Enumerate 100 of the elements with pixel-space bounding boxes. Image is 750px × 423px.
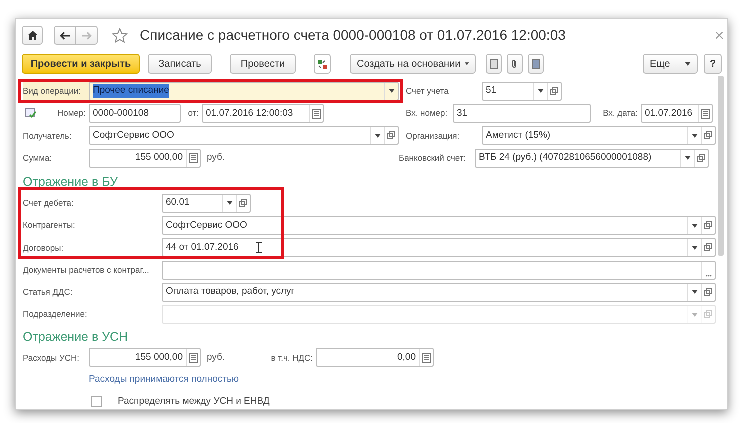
open-button[interactable]	[701, 127, 715, 144]
field-label: Получатель:	[23, 130, 72, 142]
caret-icon	[685, 62, 691, 66]
toolbar-button[interactable]: Записать	[148, 54, 212, 74]
field-value: 60.01	[166, 196, 190, 210]
checkbox-label: Распределять между УСН и ЕНВД	[118, 394, 270, 409]
text-cursor-icon	[256, 242, 262, 254]
caret-icon	[692, 312, 698, 317]
field-value: СофтСервис ООО	[93, 128, 174, 143]
field-value: 0000-000108	[93, 106, 149, 120]
section-title: Отражение в УСН	[23, 329, 130, 346]
input-field[interactable]: Аметист (15%)	[482, 126, 716, 146]
open-icon	[697, 154, 706, 163]
field-label: Вид операции:	[23, 84, 81, 98]
field-value: 44 от 01.07.2016	[166, 240, 239, 255]
field-label: в т.ч. НДС:	[271, 352, 313, 364]
input-field[interactable]: 60.01	[162, 194, 251, 213]
input-field[interactable]: 31	[453, 104, 591, 124]
field-value: СофтСервис ООО	[166, 218, 248, 232]
input-field[interactable]: СофтСервис ООО	[89, 126, 399, 146]
home-button[interactable]	[22, 26, 43, 45]
checkbox[interactable]	[91, 396, 102, 408]
open-button[interactable]	[384, 127, 398, 144]
dropdown-button[interactable]	[533, 82, 547, 100]
field-label: Организация:	[406, 130, 460, 142]
calculator-button[interactable]	[309, 105, 323, 122]
open-icon	[387, 131, 396, 140]
field-label: Документы расчетов с контраг...	[23, 264, 150, 276]
calculator-icon	[312, 108, 321, 119]
document-icon	[490, 59, 498, 69]
input-field[interactable]: 0,00	[316, 348, 434, 368]
caret-icon	[538, 89, 544, 93]
dropdown-button[interactable]	[222, 194, 236, 212]
dropdown-button[interactable]: Еще	[643, 54, 698, 74]
field-label: Вх. номер:	[406, 107, 448, 120]
input-field[interactable]: 0000-000108	[89, 104, 181, 124]
input-field[interactable]: Прочее списание	[89, 82, 399, 100]
dropdown-button[interactable]	[687, 239, 701, 256]
dropdown-button[interactable]	[680, 150, 694, 167]
dropdown-button[interactable]: Создать на основании	[350, 54, 476, 74]
calculator-button[interactable]	[186, 150, 200, 167]
back-button[interactable]	[54, 26, 76, 45]
post-and-close-button[interactable]: Провести и закрыть	[22, 54, 140, 74]
calculator-button[interactable]	[698, 105, 712, 122]
field-value: Аметист (15%)	[486, 128, 551, 143]
notes-icon	[532, 59, 540, 69]
dropdown-button[interactable]	[687, 127, 701, 144]
field-label: Банковский счет:	[399, 152, 466, 164]
dropdown-button[interactable]	[687, 284, 701, 301]
input-field[interactable]: 01.07.2016	[641, 104, 713, 124]
field-value: Оплата товаров, работ, услуг	[166, 285, 295, 300]
field-label: Счет дебета:	[23, 197, 74, 210]
input-field[interactable]: СофтСервис ООО	[162, 216, 716, 236]
input-field[interactable]: Оплата товаров, работ, услуг	[162, 282, 716, 302]
field-value: 155 000,00	[135, 350, 183, 365]
open-button[interactable]	[701, 284, 715, 301]
expenses-link[interactable]: Расходы принимаются полностью	[89, 372, 240, 387]
open-button[interactable]	[694, 150, 708, 167]
field-value: ВТБ 24 (руб.) (40702810656000001088)	[479, 151, 652, 165]
input-field[interactable]: 51	[482, 82, 562, 100]
open-icon	[704, 221, 713, 230]
toolbar-icon-button[interactable]	[507, 54, 523, 74]
close-icon[interactable]	[716, 32, 723, 39]
toolbar-icon-button[interactable]	[486, 54, 502, 74]
input-field[interactable]: 01.07.2016 12:00:03	[202, 104, 324, 124]
input-field[interactable]	[162, 260, 716, 280]
field-value: 31	[457, 106, 468, 120]
section-title: Отражение в БУ	[23, 174, 119, 191]
caret-icon	[226, 201, 232, 206]
toolbar-button[interactable]: Провести	[230, 54, 296, 74]
open-button[interactable]	[547, 82, 561, 100]
input-field[interactable]: 155 000,00	[89, 148, 201, 168]
field-label: Сумма:	[23, 152, 52, 164]
toolbar-icon-button[interactable]	[528, 54, 544, 74]
toolbar-button[interactable]: ?	[704, 54, 722, 74]
toolbar-icon-button[interactable]	[314, 54, 331, 74]
caret-icon	[464, 62, 469, 66]
input-field[interactable]: 44 от 01.07.2016	[162, 238, 716, 258]
open-icon	[704, 310, 713, 320]
dropdown-button[interactable]	[687, 217, 701, 234]
dropdown-button[interactable]	[370, 127, 384, 144]
paperclip-icon	[511, 59, 519, 69]
calculator-button[interactable]	[419, 349, 433, 366]
field-label: Договоры:	[23, 242, 64, 254]
open-icon	[704, 288, 713, 297]
input-field[interactable]: 155 000,00	[89, 348, 201, 368]
open-icon	[704, 243, 713, 252]
input-field[interactable]: ВТБ 24 (руб.) (40702810656000001088)	[475, 148, 709, 168]
caret-icon	[692, 134, 698, 138]
field-label: Подразделение:	[23, 308, 88, 321]
field-label: Расходы УСН:	[23, 352, 80, 364]
calculator-button[interactable]	[186, 349, 200, 366]
caret-icon	[388, 89, 394, 93]
dropdown-button[interactable]	[384, 82, 398, 100]
open-button[interactable]	[701, 239, 715, 256]
star-icon[interactable]	[112, 28, 128, 44]
caret-icon	[684, 156, 690, 160]
open-button[interactable]	[236, 194, 250, 212]
calculator-icon	[422, 352, 431, 363]
open-button[interactable]	[701, 217, 715, 234]
